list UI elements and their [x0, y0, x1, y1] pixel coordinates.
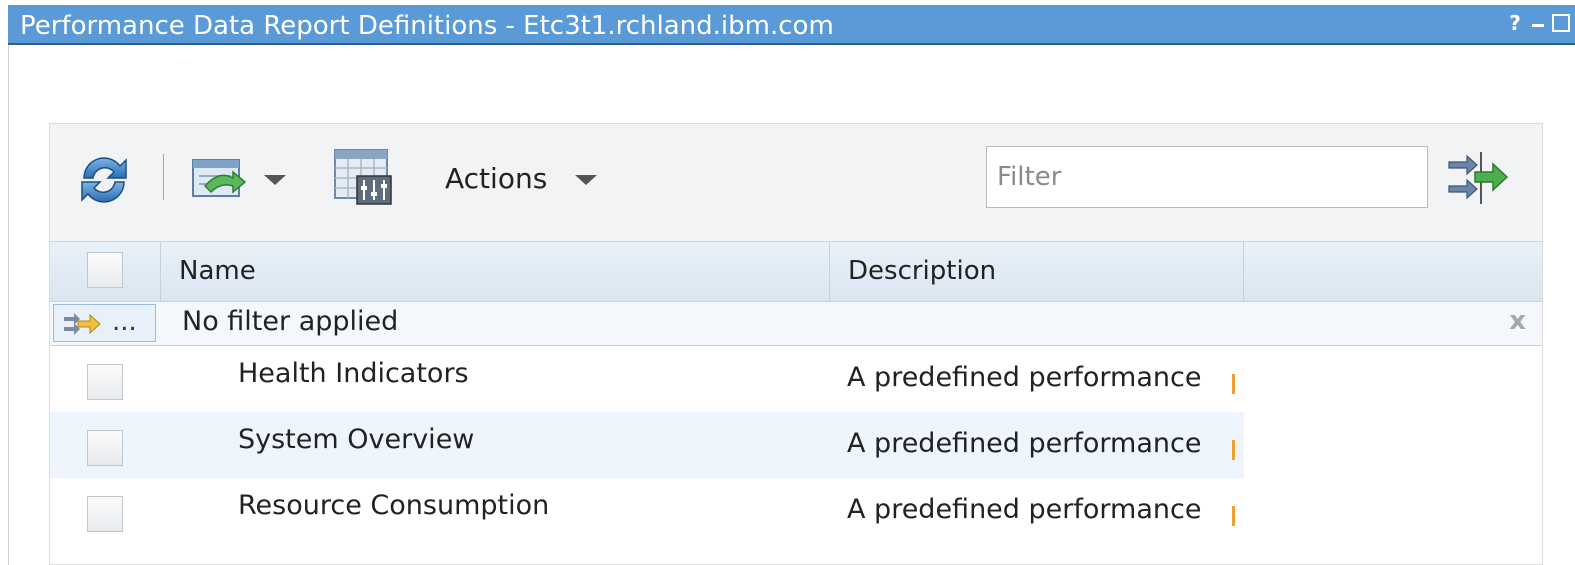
truncated-text-marker: [1232, 440, 1235, 460]
window-title: Performance Data Report Definitions - Et…: [20, 11, 834, 41]
configure-columns-icon[interactable]: [333, 148, 395, 206]
refresh-icon[interactable]: [76, 152, 132, 208]
column-header-name[interactable]: Name: [161, 242, 830, 301]
header-select-cell: [50, 242, 161, 301]
clear-filter-icon[interactable]: x: [1509, 306, 1526, 336]
column-header-description[interactable]: Description: [830, 242, 1244, 301]
filter-options-button[interactable]: ...: [53, 304, 156, 342]
row-description: A predefined performance: [847, 428, 1202, 459]
row-description: A predefined performance: [847, 494, 1202, 525]
actions-caret[interactable]: [575, 175, 597, 185]
row-checkbox[interactable]: [87, 430, 123, 466]
truncated-text-marker: [1232, 374, 1235, 394]
window-border: [8, 45, 9, 565]
table-row[interactable]: Health Indicators A predefined performan…: [50, 346, 1244, 412]
select-all-checkbox[interactable]: [87, 252, 123, 288]
table-header: Name Description: [50, 241, 1542, 302]
report-definitions-panel: Actions Name Description ...: [49, 123, 1543, 565]
row-checkbox[interactable]: [87, 496, 123, 532]
export-menu-caret[interactable]: [264, 175, 286, 185]
table-row[interactable]: Resource Consumption A predefined perfor…: [50, 478, 1244, 544]
table-row[interactable]: System Overview A predefined performance: [50, 412, 1244, 478]
row-checkbox[interactable]: [87, 364, 123, 400]
truncated-text-marker: [1232, 506, 1235, 526]
actions-menu[interactable]: Actions: [445, 162, 547, 195]
filter-arrow-icon: [64, 313, 101, 335]
toolbar-separator: [163, 154, 164, 200]
filter-input[interactable]: [986, 146, 1428, 208]
row-description: A predefined performance: [847, 362, 1202, 393]
column-header-name-label: Name: [179, 256, 256, 286]
filter-status-row: ... No filter applied x: [50, 302, 1542, 346]
row-name[interactable]: System Overview: [238, 424, 474, 455]
export-icon[interactable]: [191, 156, 247, 202]
maximize-button[interactable]: [1551, 12, 1571, 34]
minimize-button[interactable]: [1528, 12, 1548, 34]
toolbar: Actions: [50, 124, 1542, 241]
help-button[interactable]: ?: [1505, 12, 1525, 34]
maximize-icon: [1552, 14, 1570, 32]
minimize-icon: [1532, 24, 1544, 27]
row-name[interactable]: Health Indicators: [238, 358, 469, 389]
filter-options-ellipsis: ...: [112, 307, 137, 337]
advanced-filter-icon[interactable]: [1445, 148, 1509, 208]
row-name[interactable]: Resource Consumption: [238, 490, 549, 521]
filter-status-text: No filter applied: [182, 306, 399, 337]
column-header-description-label: Description: [848, 256, 997, 286]
window-titlebar[interactable]: Performance Data Report Definitions - Et…: [8, 5, 1575, 45]
